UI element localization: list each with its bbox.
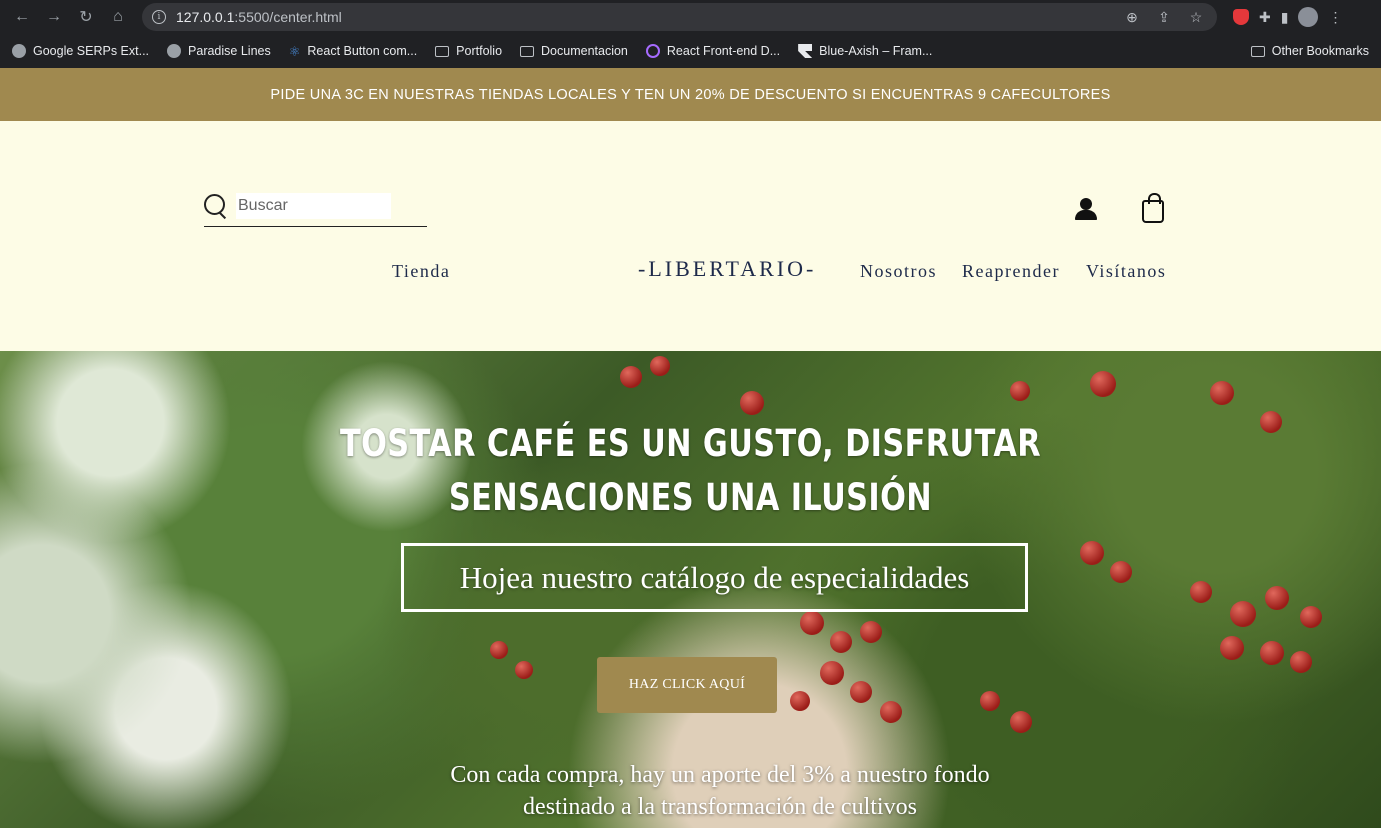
purple-site-icon	[645, 44, 660, 58]
nav-reaprender[interactable]: Reaprender	[962, 261, 1060, 282]
menu-kebab-icon[interactable]: ⋮	[1328, 9, 1342, 26]
url-text[interactable]: 127.0.0.1:5500/center.html	[176, 9, 1111, 25]
user-account-icon[interactable]	[1074, 198, 1098, 222]
back-icon[interactable]: ←	[8, 3, 36, 31]
web-page: PIDE UNA 3C EN NUESTRAS TIENDAS LOCALES …	[0, 68, 1381, 828]
forward-icon[interactable]: →	[40, 3, 68, 31]
nav-tienda[interactable]: Tienda	[392, 261, 450, 282]
catalog-link[interactable]: Hojea nuestro catálogo de especialidades	[401, 543, 1028, 612]
hero-title-line2: SENSACIONES UNA ILUSIÓN	[448, 476, 933, 519]
brave-shield-icon[interactable]	[1233, 9, 1249, 25]
bookmark-item[interactable]: Blue-Axish – Fram...	[798, 44, 932, 58]
bookmark-item[interactable]: Google SERPs Ext...	[12, 44, 149, 58]
extension-area: ✚ ▮ ⋮	[1233, 7, 1342, 27]
site-logo[interactable]: -LIBERTARIO-	[638, 256, 816, 282]
browser-toolbar: ← → ↻ ⌂ i 127.0.0.1:5500/center.html ⊕ ⇪…	[0, 0, 1381, 34]
search-icon[interactable]	[204, 194, 228, 218]
bookmark-star-icon[interactable]: ☆	[1185, 9, 1207, 26]
share-icon[interactable]: ⇪	[1153, 9, 1175, 26]
framer-icon	[798, 44, 813, 58]
hero-title: TOSTAR CAFÉ ES UN GUSTO, DISFRUTAR SENSA…	[124, 417, 1256, 525]
hero-title-line1: TOSTAR CAFÉ ES UN GUSTO, DISFRUTAR	[339, 422, 1042, 465]
bookmark-item[interactable]: React Front-end D...	[645, 44, 780, 58]
cta-label: HAZ CLICK AQUÍ	[628, 677, 746, 692]
site-header: Tienda -LIBERTARIO- Nosotros Reaprender …	[0, 121, 1381, 351]
hero-section: TOSTAR CAFÉ ES UN GUSTO, DISFRUTAR SENSA…	[0, 351, 1381, 828]
extensions-puzzle-icon[interactable]: ✚	[1259, 9, 1271, 26]
react-icon: ⚛	[288, 44, 301, 59]
globe-icon	[167, 44, 182, 58]
zoom-icon[interactable]: ⊕	[1121, 9, 1143, 26]
bookmark-item[interactable]: Paradise Lines	[167, 44, 271, 58]
folder-icon	[520, 45, 535, 57]
nav-visitanos[interactable]: Visítanos	[1086, 261, 1166, 282]
bookmark-item[interactable]: Documentacion	[520, 44, 628, 58]
side-panel-icon[interactable]: ▮	[1281, 9, 1289, 26]
nav-nosotros[interactable]: Nosotros	[860, 261, 937, 282]
reload-icon[interactable]: ↻	[72, 3, 100, 31]
other-bookmarks[interactable]: Other Bookmarks	[1250, 44, 1369, 58]
globe-icon	[12, 44, 26, 58]
folder-icon	[1250, 45, 1265, 57]
catalog-text: Hojea nuestro catálogo de especialidades	[459, 559, 970, 595]
search-bar	[204, 186, 427, 227]
profile-avatar[interactable]	[1298, 7, 1319, 27]
folder-icon	[435, 45, 450, 57]
promo-text: PIDE UNA 3C EN NUESTRAS TIENDAS LOCALES …	[270, 86, 1111, 103]
promo-banner: PIDE UNA 3C EN NUESTRAS TIENDAS LOCALES …	[0, 68, 1381, 121]
address-bar[interactable]: i 127.0.0.1:5500/center.html ⊕ ⇪ ☆	[142, 3, 1217, 31]
site-info-icon[interactable]: i	[152, 10, 166, 24]
search-input[interactable]	[236, 193, 391, 219]
bookmark-item[interactable]: ⚛ React Button com...	[288, 44, 417, 59]
home-icon[interactable]: ⌂	[104, 3, 132, 31]
bookmarks-bar: Google SERPs Ext... Paradise Lines ⚛ Reac…	[0, 34, 1381, 68]
shopping-bag-icon[interactable]	[1142, 193, 1164, 223]
haz-click-aqui-button[interactable]: HAZ CLICK AQUÍ	[597, 657, 777, 713]
browser-chrome: ← → ↻ ⌂ i 127.0.0.1:5500/center.html ⊕ ⇪…	[0, 0, 1381, 68]
bookmark-item[interactable]: Portfolio	[435, 44, 502, 58]
hero-description: Con cada compra, hay un aporte del 3% a …	[450, 762, 990, 820]
